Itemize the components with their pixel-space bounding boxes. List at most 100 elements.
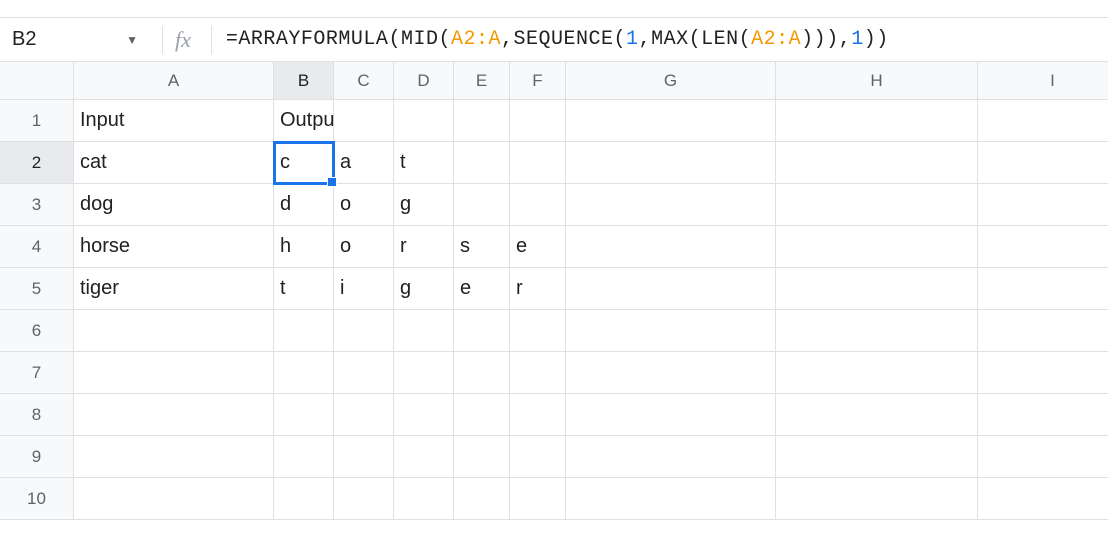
cell-G9[interactable] [566, 436, 776, 478]
row-header-3[interactable]: 3 [0, 184, 74, 226]
cell-F2[interactable] [510, 142, 566, 184]
cell-C9[interactable] [334, 436, 394, 478]
column-header-D[interactable]: D [394, 62, 454, 100]
cell-C3[interactable]: o [334, 184, 394, 226]
row-header-7[interactable]: 7 [0, 352, 74, 394]
cell-D8[interactable] [394, 394, 454, 436]
cell-B9[interactable] [274, 436, 334, 478]
cell-I8[interactable] [978, 394, 1108, 436]
cell-H4[interactable] [776, 226, 978, 268]
cell-A7[interactable] [74, 352, 274, 394]
cell-F9[interactable] [510, 436, 566, 478]
cell-I5[interactable] [978, 268, 1108, 310]
cell-G5[interactable] [566, 268, 776, 310]
cell-E9[interactable] [454, 436, 510, 478]
cell-D10[interactable] [394, 478, 454, 520]
cell-A5[interactable]: tiger [74, 268, 274, 310]
cell-D6[interactable] [394, 310, 454, 352]
column-header-B[interactable]: B [274, 62, 334, 100]
cell-B1[interactable]: Output [274, 100, 334, 142]
row-header-4[interactable]: 4 [0, 226, 74, 268]
cell-C8[interactable] [334, 394, 394, 436]
row-header-10[interactable]: 10 [0, 478, 74, 520]
cell-E1[interactable] [454, 100, 510, 142]
cell-area[interactable]: InputOutputcatcatdogdoghorsehorsetigerti… [74, 100, 1108, 520]
cell-E4[interactable]: s [454, 226, 510, 268]
row-header-6[interactable]: 6 [0, 310, 74, 352]
cell-G3[interactable] [566, 184, 776, 226]
column-header-C[interactable]: C [334, 62, 394, 100]
cell-F10[interactable] [510, 478, 566, 520]
cell-A10[interactable] [74, 478, 274, 520]
cell-H6[interactable] [776, 310, 978, 352]
row-header-9[interactable]: 9 [0, 436, 74, 478]
cell-E7[interactable] [454, 352, 510, 394]
select-all-corner[interactable] [0, 62, 74, 100]
cell-A8[interactable] [74, 394, 274, 436]
cell-H3[interactable] [776, 184, 978, 226]
cell-I10[interactable] [978, 478, 1108, 520]
cell-C4[interactable]: o [334, 226, 394, 268]
cell-A9[interactable] [74, 436, 274, 478]
column-header-A[interactable]: A [74, 62, 274, 100]
column-header-E[interactable]: E [454, 62, 510, 100]
cell-G10[interactable] [566, 478, 776, 520]
cell-D5[interactable]: g [394, 268, 454, 310]
cell-H2[interactable] [776, 142, 978, 184]
cell-B4[interactable]: h [274, 226, 334, 268]
cell-B5[interactable]: t [274, 268, 334, 310]
cell-I2[interactable] [978, 142, 1108, 184]
row-header-8[interactable]: 8 [0, 394, 74, 436]
cell-I4[interactable] [978, 226, 1108, 268]
cell-A4[interactable]: horse [74, 226, 274, 268]
cell-C2[interactable]: a [334, 142, 394, 184]
name-box[interactable]: B2 ▼ [0, 18, 150, 61]
cell-B2[interactable]: c [274, 142, 334, 184]
cell-F3[interactable] [510, 184, 566, 226]
cell-B8[interactable] [274, 394, 334, 436]
cell-H7[interactable] [776, 352, 978, 394]
cell-C7[interactable] [334, 352, 394, 394]
cell-I6[interactable] [978, 310, 1108, 352]
cell-A1[interactable]: Input [74, 100, 274, 142]
cell-H9[interactable] [776, 436, 978, 478]
cell-F1[interactable] [510, 100, 566, 142]
row-header-2[interactable]: 2 [0, 142, 74, 184]
cell-E8[interactable] [454, 394, 510, 436]
row-header-1[interactable]: 1 [0, 100, 74, 142]
column-header-I[interactable]: I [978, 62, 1108, 100]
cell-F4[interactable]: e [510, 226, 566, 268]
cell-C10[interactable] [334, 478, 394, 520]
cell-D1[interactable] [394, 100, 454, 142]
cell-G1[interactable] [566, 100, 776, 142]
cell-G4[interactable] [566, 226, 776, 268]
cell-G7[interactable] [566, 352, 776, 394]
cell-E10[interactable] [454, 478, 510, 520]
cell-H8[interactable] [776, 394, 978, 436]
cell-E5[interactable]: e [454, 268, 510, 310]
name-box-dropdown-icon[interactable]: ▼ [126, 33, 138, 47]
cell-B10[interactable] [274, 478, 334, 520]
cell-H1[interactable] [776, 100, 978, 142]
row-header-5[interactable]: 5 [0, 268, 74, 310]
column-header-F[interactable]: F [510, 62, 566, 100]
cell-B7[interactable] [274, 352, 334, 394]
cell-I7[interactable] [978, 352, 1108, 394]
cell-C6[interactable] [334, 310, 394, 352]
cell-F8[interactable] [510, 394, 566, 436]
cell-H5[interactable] [776, 268, 978, 310]
cell-I9[interactable] [978, 436, 1108, 478]
cell-D3[interactable]: g [394, 184, 454, 226]
cell-I3[interactable] [978, 184, 1108, 226]
column-header-H[interactable]: H [776, 62, 978, 100]
cell-D4[interactable]: r [394, 226, 454, 268]
cell-A3[interactable]: dog [74, 184, 274, 226]
column-header-G[interactable]: G [566, 62, 776, 100]
cell-F6[interactable] [510, 310, 566, 352]
cell-B3[interactable]: d [274, 184, 334, 226]
cell-D9[interactable] [394, 436, 454, 478]
cell-B6[interactable] [274, 310, 334, 352]
cell-G6[interactable] [566, 310, 776, 352]
cell-D2[interactable]: t [394, 142, 454, 184]
cell-C1[interactable] [334, 100, 394, 142]
